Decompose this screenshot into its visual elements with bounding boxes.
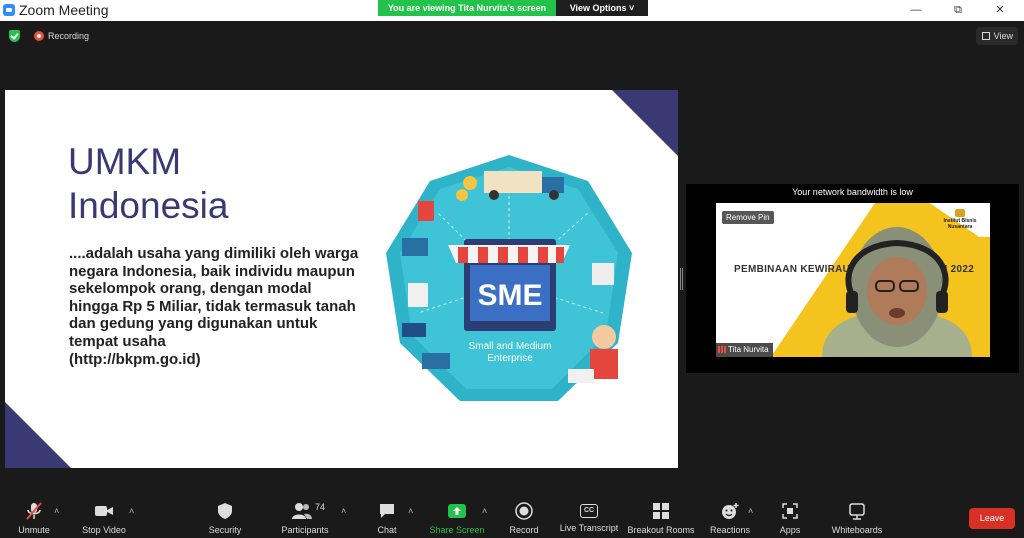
leave-button[interactable]: Leave [969, 508, 1015, 529]
closed-caption-icon: CC [580, 504, 598, 518]
apps-label: Apps [779, 525, 801, 535]
record-button[interactable]: Record [506, 496, 542, 538]
breakout-rooms-button[interactable]: Breakout Rooms [626, 496, 696, 538]
view-button[interactable]: View [976, 27, 1018, 45]
stop-video-label: Stop Video [82, 525, 126, 535]
video-panel: Your network bandwidth is low Institut B… [686, 184, 1019, 373]
window-titlebar: Zoom Meeting You are viewing Tita Nurvit… [0, 0, 1024, 21]
share-screen-label: Share Screen [429, 525, 485, 535]
share-screen-icon [448, 504, 466, 518]
security-shield-icon [218, 503, 232, 519]
breakout-rooms-icon [653, 503, 669, 519]
sme-illustration: SME Small and Medium Enterprise [386, 155, 632, 401]
chat-label: Chat [377, 525, 397, 535]
zoom-logo-icon [3, 4, 15, 16]
whiteboards-button[interactable]: Whiteboards [828, 496, 886, 538]
remove-pin-button[interactable]: Remove Pin [722, 211, 774, 224]
participant-video[interactable]: Institut Bisnis Nusantara PEMBINAAN KEWI… [716, 203, 990, 357]
participant-name: Tita Nurvita [728, 345, 769, 354]
security-button[interactable]: Security [204, 496, 246, 538]
meeting-toolbar: Unmute ˄ Stop Video ˄ Security 74 Partic… [0, 496, 1024, 538]
chat-bubble-icon [380, 504, 394, 518]
video-camera-icon [95, 506, 113, 516]
live-transcript-label: Live Transcript [559, 523, 619, 533]
shield-icon[interactable] [9, 30, 20, 42]
slide-definition-text: ....adalah usaha yang dimiliki oleh warg… [69, 245, 359, 350]
security-label: Security [208, 525, 242, 535]
sme-sublabel-1: Small and Medium [469, 341, 552, 352]
view-label: View [993, 31, 1013, 41]
slide-body: ....adalah usaha yang dimiliki oleh warg… [69, 245, 359, 368]
unmute-button[interactable]: Unmute [14, 496, 54, 538]
participants-caret[interactable]: ˄ [341, 506, 346, 516]
corner-triangle-bottom-left [5, 402, 71, 468]
stop-video-button[interactable]: Stop Video [78, 496, 130, 538]
participants-count: 74 [315, 502, 326, 512]
share-screen-button[interactable]: Share Screen [428, 496, 486, 538]
apps-button[interactable]: Apps [774, 496, 806, 538]
bandwidth-notice: Your network bandwidth is low [792, 187, 913, 197]
unmute-label: Unmute [18, 525, 50, 535]
sme-label: SME [477, 279, 542, 312]
view-options-button[interactable]: View Options ˅ [556, 0, 648, 16]
reactions-label: Reactions [709, 525, 751, 535]
record-label: Record [509, 525, 539, 535]
record-icon [515, 502, 533, 520]
signal-bars-icon [718, 346, 726, 354]
org-logo-icon [955, 209, 965, 217]
participants-button[interactable]: 74 Participants [278, 496, 332, 538]
reactions-button[interactable]: Reactions [708, 496, 752, 538]
participant-person [822, 227, 972, 357]
reactions-caret[interactable]: ˄ [748, 506, 753, 516]
live-transcript-button[interactable]: CC Live Transcript [558, 496, 620, 538]
splitter-handle[interactable] [680, 268, 683, 290]
close-button[interactable]: ✕ [980, 0, 1020, 21]
chat-caret[interactable]: ˄ [408, 506, 413, 516]
video-caret[interactable]: ˄ [129, 506, 134, 516]
slide-title: UMKM Indonesia [68, 141, 229, 226]
audio-caret[interactable]: ˄ [54, 506, 59, 516]
viewing-screen-banner: You are viewing Tita Nurvita's screen [378, 0, 556, 16]
participants-icon-group: 74 [285, 502, 325, 520]
whiteboards-label: Whiteboards [831, 525, 883, 535]
participants-label: Participants [281, 525, 329, 535]
restore-button[interactable]: ⧉ [938, 0, 978, 21]
apps-icon [782, 503, 798, 519]
shared-screen-slide: UMKM Indonesia ....adalah usaha yang dim… [5, 90, 678, 468]
breakout-rooms-label: Breakout Rooms [627, 525, 695, 535]
mic-muted-icon [26, 502, 42, 520]
recording-label: Recording [48, 31, 90, 41]
recording-icon [34, 31, 44, 41]
window-title: Zoom Meeting [19, 2, 109, 18]
slide-source: (http://bkpm.go.id) [69, 350, 201, 368]
share-caret[interactable]: ˄ [482, 506, 487, 516]
whiteboard-icon [849, 503, 865, 520]
corner-triangle-top-right [612, 90, 678, 156]
view-grid-icon [982, 32, 990, 40]
participants-icon [292, 503, 312, 519]
reactions-icon [722, 503, 739, 519]
minimize-button[interactable]: — [896, 0, 936, 21]
sme-sublabel-2: Enterprise [487, 353, 533, 364]
participant-name-tag: Tita Nurvita [716, 343, 773, 357]
chat-button[interactable]: Chat [372, 496, 402, 538]
